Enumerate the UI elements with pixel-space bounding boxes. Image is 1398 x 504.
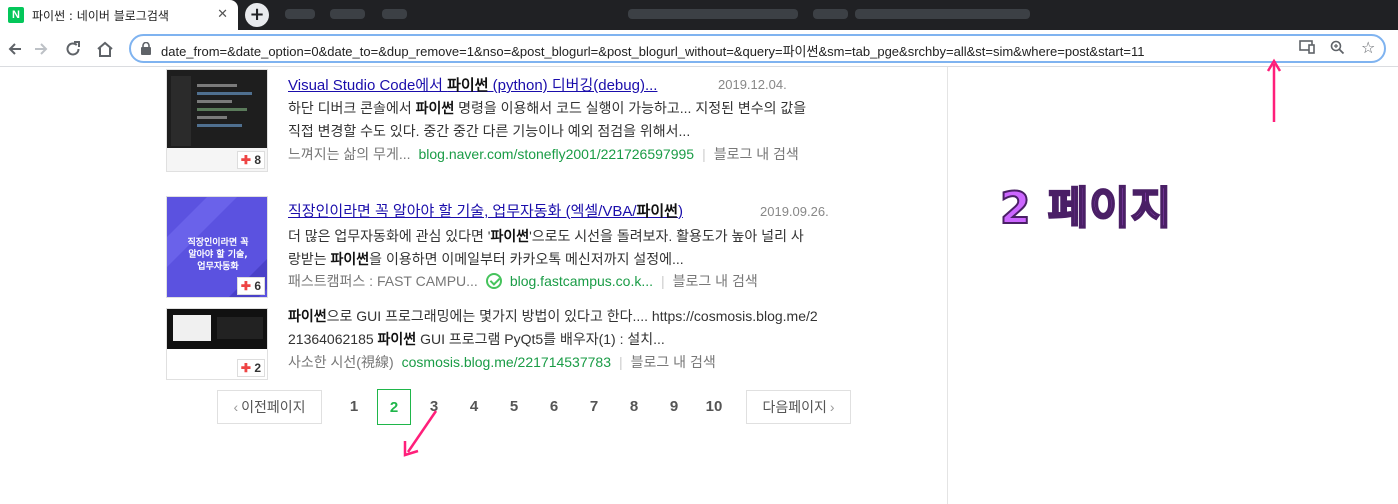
in-blog-search-link[interactable]: 블로그 내 검색 [714,146,799,162]
lock-icon [141,42,151,55]
back-arrow-icon[interactable] [4,38,26,60]
zoom-icon[interactable] [1330,40,1345,59]
result-description: 파이썬으로 GUI 프로그래밍에는 몇가지 방법이 있다고 한다.... htt… [288,308,818,347]
page-link-10[interactable]: 10 [699,398,729,415]
blurred-tab[interactable] [628,9,798,19]
page-link-9[interactable]: 9 [659,398,689,415]
blurred-tab[interactable] [382,9,407,19]
result-date: 2019.09.26. [760,204,829,219]
column-divider [947,67,948,504]
blog-url-link[interactable]: blog.fastcampus.co.k... [510,273,653,289]
blog-author-link[interactable]: 사소한 시선(視線) [288,354,394,370]
browser-tab[interactable]: N 파이썬 : 네이버 블로그검색 ✕ [0,0,238,30]
result-description: 더 많은 업무자동화에 관심 있다면 '파이썬'으로도 시선을 돌려보자. 활용… [288,228,804,267]
address-bar[interactable]: date_from=&date_option=0&date_to=&dup_re… [129,34,1386,63]
result-thumbnail[interactable]: ✚ 2 [166,308,268,380]
in-blog-search-link[interactable]: 블로그 내 검색 [673,273,758,289]
thumbnail-count-badge: ✚ 2 [236,359,265,377]
page-link-4[interactable]: 4 [459,398,489,415]
in-blog-search-link[interactable]: 블로그 내 검색 [631,354,716,370]
blurred-tab[interactable] [330,9,365,19]
page-link-6[interactable]: 6 [539,398,569,415]
arrow-down-left-annotation-icon [403,410,438,457]
blog-url-link[interactable]: cosmosis.blog.me/221714537783 [402,354,611,370]
blurred-tab[interactable] [285,9,315,19]
close-tab-icon[interactable]: ✕ [217,7,228,22]
tab-title: 파이썬 : 네이버 블로그검색 [32,8,169,23]
chevron-right-icon: › [829,399,835,415]
result-meta: 패스트캠퍼스 : FAST CAMPU... blog.fastcampus.co… [288,273,758,289]
result-title-link[interactable]: 직장인이라면 꼭 알아야 할 기술, 업무자동화 (엑셀/VBA/파이썬) [288,200,683,221]
blurred-tab[interactable] [813,9,848,19]
arrow-up-annotation-icon [1266,58,1282,122]
thumbnail-count-badge: ✚ 8 [236,151,265,169]
page-link-1[interactable]: 1 [339,398,369,415]
reload-icon[interactable] [62,38,84,60]
chevron-left-icon: ‹ [233,399,239,415]
result-meta: 느껴지는 삶의 무게... blog.naver.com/stonefly2001… [288,146,799,162]
prev-page-button[interactable]: ‹ 이전페이지 [217,390,322,424]
page-link-7[interactable]: 7 [579,398,609,415]
cast-icon[interactable] [1299,40,1315,58]
svg-text:직장인이라면 꼭: 직장인이라면 꼭 [187,236,248,248]
svg-text:알아야 할 기술,: 알아야 할 기술, [188,248,247,260]
result-meta: 사소한 시선(視線) cosmosis.blog.me/221714537783 |… [288,354,716,370]
page-link-8[interactable]: 8 [619,398,649,415]
page-link-5[interactable]: 5 [499,398,529,415]
naver-favicon-icon: N [8,7,24,23]
blurred-tab[interactable] [855,9,1030,19]
thumbnail-count-badge: ✚ 6 [236,277,265,295]
result-description: 하단 디버크 콘솔에서 파이썬 명령을 이용해서 코드 실행이 가능하고... … [288,100,807,139]
forward-arrow-icon[interactable] [30,38,52,60]
result-thumbnail[interactable]: ✚ 8 [166,69,268,172]
blog-url-link[interactable]: blog.naver.com/stonefly2001/221726597995 [419,146,695,162]
page-number-annotation: 2 페이지 [999,182,1173,235]
blog-author-link[interactable]: 느껴지는 삶의 무게... [288,146,411,162]
url-text[interactable]: date_from=&date_option=0&date_to=&dup_re… [161,41,1144,60]
svg-text:업무자동화: 업무자동화 [197,260,239,272]
blog-author-link[interactable]: 패스트캠퍼스 : FAST CAMPU... [288,273,478,289]
home-icon[interactable] [94,38,116,60]
new-tab-button[interactable]: + [245,3,269,27]
bookmark-star-icon[interactable]: ☆ [1361,38,1375,57]
browser-toolbar: date_from=&date_option=0&date_to=&dup_re… [0,30,1398,67]
tab-strip: N 파이썬 : 네이버 블로그검색 ✕ + [0,0,1398,30]
result-date: 2019.12.04. [718,77,787,92]
result-title-link[interactable]: Visual Studio Code에서 파이썬 (python) 디버깅(de… [288,74,657,95]
next-page-button[interactable]: 다음페이지 › [746,390,851,424]
result-thumbnail[interactable]: 직장인이라면 꼭 알아야 할 기술, 업무자동화 ✚ 6 [166,196,268,298]
verified-check-icon [485,273,502,289]
